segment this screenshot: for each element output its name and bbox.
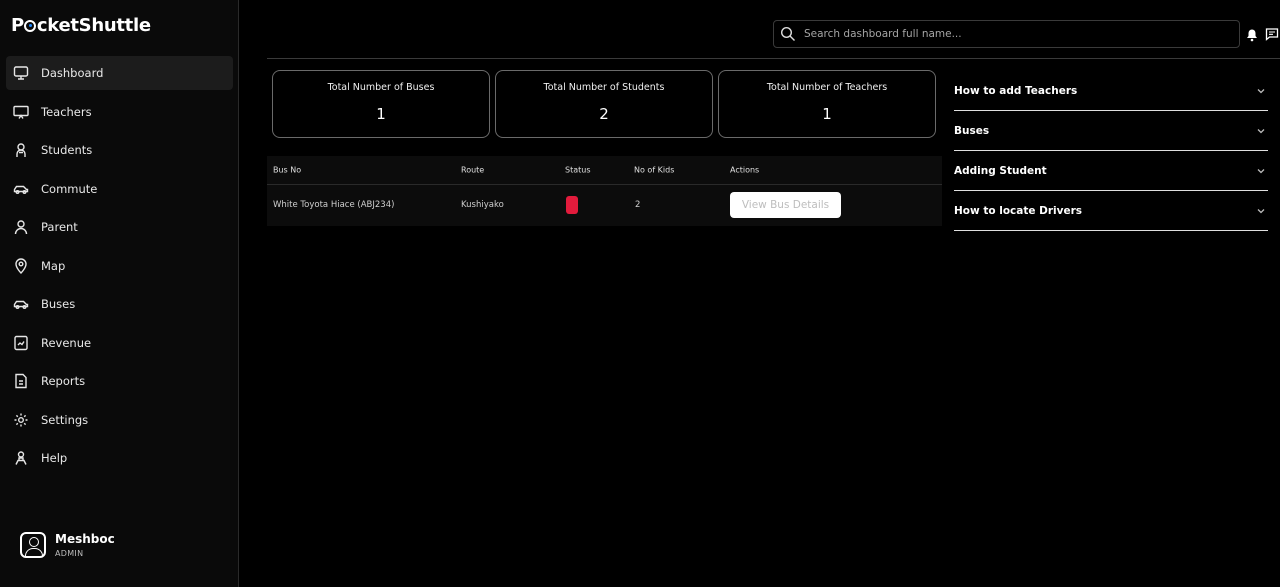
user-name: Meshboc	[55, 532, 115, 546]
buses-table: Bus No Route Status No of Kids Actions W…	[267, 156, 942, 226]
column-header-route: Route	[461, 165, 485, 175]
search-input[interactable]	[804, 28, 1224, 40]
sidebar-item-label: Help	[41, 451, 68, 465]
car-icon	[12, 180, 29, 197]
column-header-actions: Actions	[730, 165, 760, 175]
search-box[interactable]	[773, 20, 1240, 48]
stat-card-buses: Total Number of Buses 1	[272, 70, 490, 138]
help-icon	[12, 450, 29, 467]
sidebar-item-label: Buses	[41, 297, 76, 311]
bus-no-cell: White Toyota Hiace (ABJ234)	[273, 200, 395, 210]
stat-card-students: Total Number of Students 2	[495, 70, 713, 138]
accordion-item-label: How to locate Drivers	[954, 204, 1083, 217]
view-bus-details-button[interactable]: View Bus Details	[730, 192, 841, 218]
accordion-item-adding-student[interactable]: Adding Student	[954, 151, 1268, 191]
column-header-kids: No of Kids	[634, 165, 675, 175]
person-icon	[12, 219, 29, 236]
sidebar-item-label: Dashboard	[41, 66, 104, 80]
accordion-item-label: Buses	[954, 124, 990, 137]
column-header-status: Status	[565, 165, 591, 175]
stat-card-teachers: Total Number of Teachers 1	[718, 70, 936, 138]
user-role: ADMIN	[55, 549, 84, 558]
accordion-item-locate-drivers[interactable]: How to locate Drivers	[954, 191, 1268, 231]
reports-icon	[12, 373, 29, 390]
accordion-item-add-teachers[interactable]: How to add Teachers	[954, 71, 1268, 111]
route-cell: Kushiyako	[461, 200, 504, 210]
accordion-item-label: How to add Teachers	[954, 84, 1078, 97]
kids-cell: 2	[635, 200, 641, 210]
table-header: Bus No Route Status No of Kids Actions	[267, 156, 942, 185]
search-icon	[780, 26, 796, 42]
sidebar-item-label: Revenue	[41, 335, 92, 350]
map-pin-icon	[12, 257, 29, 274]
sidebar-item-teachers[interactable]: Teachers	[6, 95, 233, 129]
app-logo[interactable]: PcketShuttle	[11, 15, 151, 36]
bell-icon[interactable]	[1245, 27, 1259, 42]
revenue-chart-icon	[12, 334, 29, 351]
stat-card-value: 2	[599, 105, 609, 123]
user-profile[interactable]: Meshboc ADMIN	[20, 532, 115, 558]
stat-card-title: Total Number of Teachers	[766, 82, 888, 93]
sidebar: PcketShuttle Dashboard Teachers Students…	[0, 0, 239, 587]
accordion-item-buses[interactable]: Buses	[954, 111, 1268, 151]
monitor-icon	[12, 65, 29, 82]
message-icon[interactable]	[1265, 26, 1279, 41]
sidebar-item-parent[interactable]: Parent	[6, 210, 233, 244]
sidebar-item-label: Parent	[41, 220, 78, 234]
accordion-item-label: Adding Student	[954, 164, 1047, 177]
sidebar-item-reports[interactable]: Reports	[6, 364, 233, 398]
status-badge	[566, 196, 578, 214]
sidebar-item-help[interactable]: Help	[6, 441, 233, 475]
sidebar-nav: Dashboard Teachers Students Commute Pare…	[6, 56, 233, 480]
logo-text: cketShuttle	[36, 15, 151, 36]
table-row: White Toyota Hiace (ABJ234) Kushiyako 2 …	[267, 185, 942, 225]
stat-card-value: 1	[376, 105, 386, 123]
avatar-icon	[20, 532, 46, 558]
sidebar-item-label: Students	[41, 143, 93, 157]
help-accordion: How to add Teachers Buses Adding Student…	[954, 71, 1268, 231]
sidebar-item-label: Teachers	[41, 104, 92, 119]
sidebar-item-settings[interactable]: Settings	[6, 403, 233, 437]
topbar	[267, 0, 1280, 59]
sidebar-item-dashboard[interactable]: Dashboard	[6, 56, 233, 90]
chevron-down-icon	[1256, 166, 1266, 176]
gear-icon	[12, 411, 29, 428]
sidebar-item-students[interactable]: Students	[6, 133, 233, 167]
column-header-bus-no: Bus No	[273, 165, 302, 175]
sidebar-item-label: Commute	[41, 181, 98, 196]
bus-icon	[12, 296, 29, 313]
stat-card-title: Total Number of Buses	[327, 82, 435, 93]
chevron-down-icon	[1256, 126, 1266, 136]
sidebar-item-buses[interactable]: Buses	[6, 287, 233, 321]
student-icon	[12, 142, 29, 159]
stat-card-value: 1	[822, 105, 832, 123]
sidebar-item-label: Reports	[41, 374, 86, 388]
sidebar-item-commute[interactable]: Commute	[6, 172, 233, 206]
location-pin-icon	[24, 19, 37, 32]
sidebar-item-revenue[interactable]: Revenue	[6, 326, 233, 360]
chevron-down-icon	[1256, 86, 1266, 96]
chevron-down-icon	[1256, 206, 1266, 216]
presentation-icon	[12, 103, 29, 120]
stat-card-title: Total Number of Students	[543, 82, 665, 93]
logo-letter: P	[11, 15, 24, 36]
sidebar-item-label: Settings	[41, 412, 89, 427]
sidebar-item-map[interactable]: Map	[6, 249, 233, 283]
sidebar-item-label: Map	[41, 258, 66, 273]
